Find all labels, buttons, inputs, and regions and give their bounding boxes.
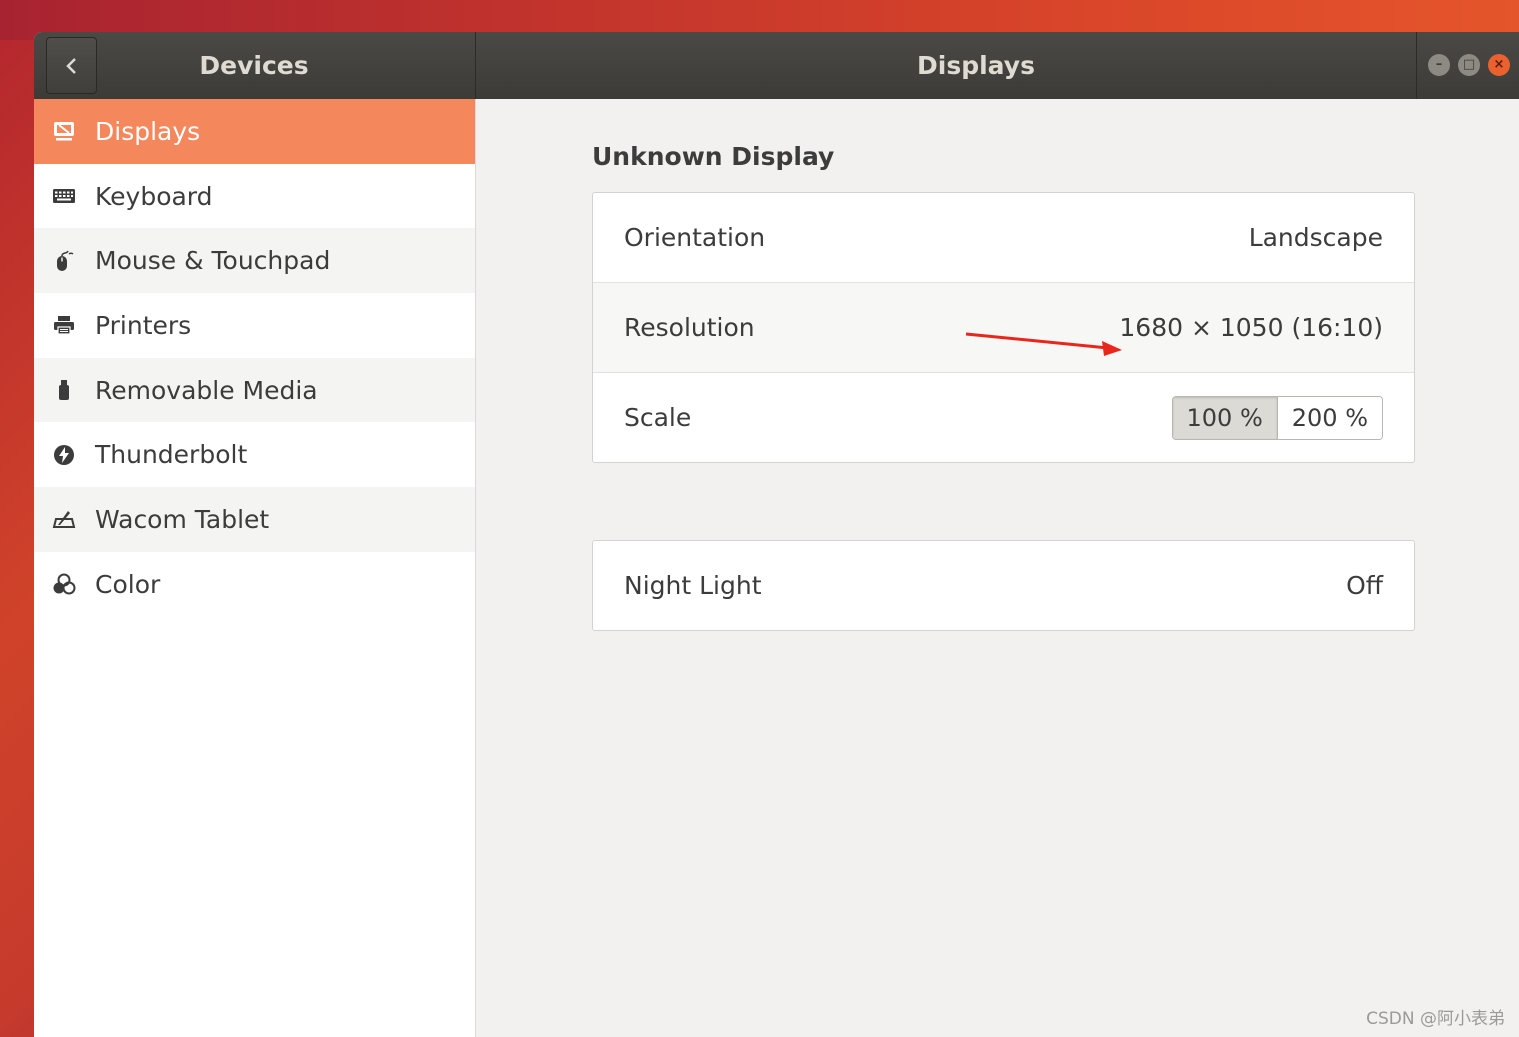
sidebar-item-printers[interactable]: Printers [34, 293, 475, 358]
sidebar-item-color[interactable]: Color [34, 552, 475, 617]
night-light-value: Off [1346, 571, 1383, 600]
keyboard-icon [51, 183, 77, 209]
sidebar-item-label: Displays [95, 116, 201, 146]
night-light-row[interactable]: Night Light Off [593, 541, 1414, 630]
close-icon: × [1493, 57, 1505, 72]
sidebar-item-label: Mouse & Touchpad [95, 246, 331, 276]
resolution-label: Resolution [624, 313, 755, 342]
resolution-value: 1680 × 1050 (16:10) [1119, 313, 1383, 342]
sidebar: Displays Keyboard Mouse & Touchpad Print… [34, 99, 476, 1037]
scale-200-button[interactable]: 200 % [1277, 396, 1382, 439]
display-icon [51, 118, 77, 144]
main-content: Unknown Display Orientation Landscape Re… [476, 99, 1519, 1037]
color-icon [51, 571, 77, 597]
sidebar-header: Devices [34, 32, 476, 99]
sidebar-item-removable-media[interactable]: Removable Media [34, 357, 475, 423]
orientation-label: Orientation [624, 223, 766, 252]
usb-drive-icon [51, 377, 77, 403]
annotation-arrow [965, 332, 1122, 356]
sidebar-item-label: Color [95, 569, 161, 599]
orientation-value: Landscape [1248, 223, 1383, 252]
sidebar-item-label: Removable Media [95, 375, 318, 405]
scale-selector: 100 % 200 % [1171, 395, 1383, 440]
back-button[interactable] [46, 37, 97, 94]
settings-window: Devices Displays – □ × Displays Keyboard… [34, 32, 1519, 1037]
section-title: Unknown Display [592, 142, 835, 171]
scale-label: Scale [624, 403, 692, 432]
maximize-button[interactable]: □ [1458, 54, 1480, 76]
orientation-row[interactable]: Orientation Landscape [593, 193, 1414, 283]
sidebar-item-wacom-tablet[interactable]: Wacom Tablet [34, 487, 475, 552]
minimize-icon: – [1435, 57, 1443, 72]
minimize-button[interactable]: – [1428, 54, 1450, 76]
sidebar-item-label: Wacom Tablet [95, 504, 270, 534]
window-controls: – □ × [1416, 32, 1519, 99]
maximize-icon: □ [1462, 57, 1476, 72]
chevron-left-icon [65, 57, 76, 74]
sidebar-item-label: Keyboard [95, 181, 213, 211]
panel-title: Devices [199, 51, 309, 80]
sidebar-item-label: Printers [95, 310, 192, 340]
printer-icon [51, 312, 77, 338]
night-light-label: Night Light [624, 571, 762, 600]
header-bar: Devices Displays – □ × [34, 32, 1519, 99]
sidebar-item-label: Thunderbolt [95, 440, 248, 470]
sidebar-item-keyboard[interactable]: Keyboard [34, 164, 475, 229]
scale-100-button[interactable]: 100 % [1172, 396, 1278, 439]
night-light-card: Night Light Off [592, 540, 1415, 631]
mouse-icon [51, 248, 77, 274]
thunderbolt-icon [51, 442, 77, 468]
sidebar-item-mouse-touchpad[interactable]: Mouse & Touchpad [34, 228, 475, 294]
scale-row: Scale 100 % 200 % [593, 373, 1414, 462]
sidebar-item-thunderbolt[interactable]: Thunderbolt [34, 422, 475, 487]
sidebar-item-displays[interactable]: Displays [34, 99, 475, 164]
page-title: Displays [917, 51, 1035, 80]
watermark: CSDN @阿小表弟 [1366, 1009, 1505, 1029]
close-button[interactable]: × [1488, 54, 1510, 76]
tablet-icon [51, 506, 77, 532]
